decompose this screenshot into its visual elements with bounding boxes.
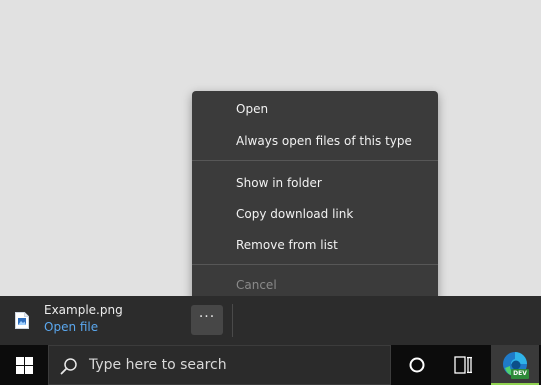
task-view-icon	[454, 356, 472, 374]
cortana-button[interactable]	[397, 345, 437, 385]
menu-item-always-open[interactable]: Always open files of this type	[192, 127, 438, 155]
more-options-button[interactable]: ···	[191, 305, 223, 335]
task-view-button[interactable]	[444, 345, 484, 385]
menu-item-show-in-folder[interactable]: Show in folder	[192, 169, 438, 197]
menu-item-copy-download-link[interactable]: Copy download link	[192, 200, 438, 228]
download-context-menu: Open Always open files of this type Show…	[192, 91, 438, 304]
download-file-name: Example.png	[44, 303, 123, 317]
divider	[232, 304, 233, 337]
desktop-screen: Open Always open files of this type Show…	[0, 0, 541, 385]
download-bar: Example.png Open file ···	[0, 296, 541, 345]
windows-taskbar: Type here to search DEV	[0, 345, 541, 385]
search-icon	[60, 358, 77, 375]
menu-separator	[192, 264, 438, 265]
cortana-circle-icon	[409, 357, 425, 373]
menu-item-open[interactable]: Open	[192, 95, 438, 123]
open-file-link[interactable]: Open file	[44, 320, 98, 334]
search-placeholder: Type here to search	[89, 357, 227, 373]
image-file-icon	[15, 312, 29, 329]
windows-logo-icon	[16, 357, 33, 374]
menu-item-remove-from-list[interactable]: Remove from list	[192, 231, 438, 259]
dev-badge: DEV	[511, 369, 529, 379]
taskbar-search-box[interactable]: Type here to search	[48, 345, 391, 385]
menu-item-cancel: Cancel	[236, 278, 277, 292]
start-button[interactable]	[0, 345, 48, 385]
menu-separator	[192, 160, 438, 161]
edge-dev-taskbar-button[interactable]: DEV	[491, 345, 539, 385]
